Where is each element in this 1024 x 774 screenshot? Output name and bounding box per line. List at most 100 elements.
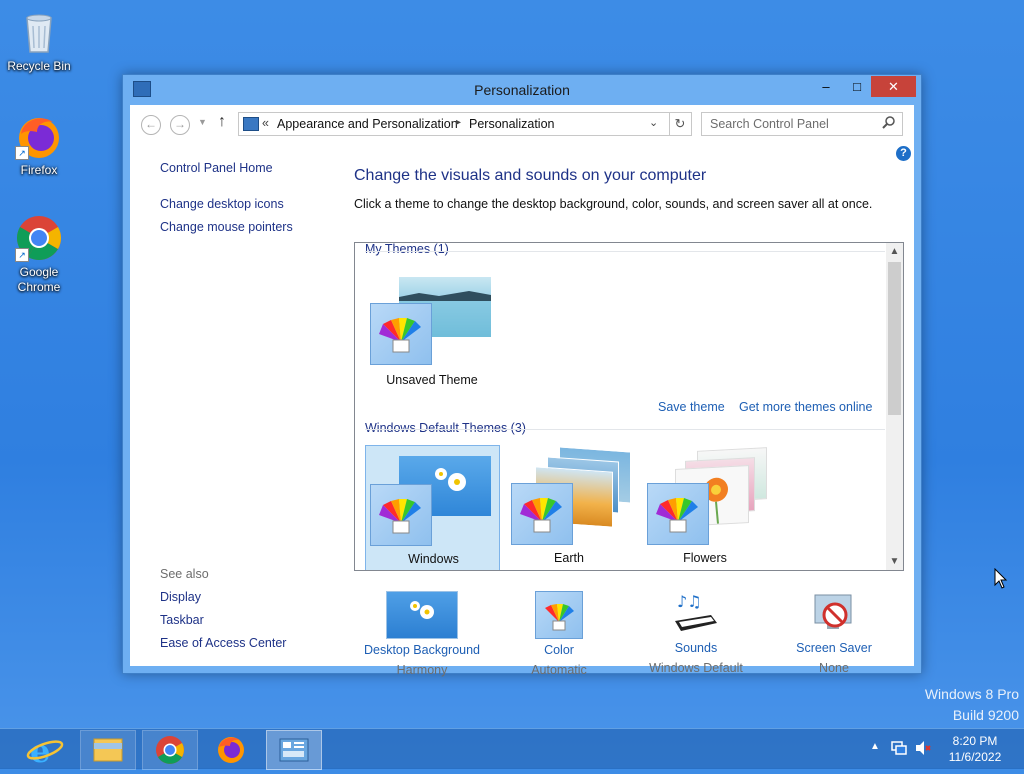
close-button[interactable]: ✕ <box>871 76 916 97</box>
svg-text:♪♫: ♪♫ <box>677 592 702 611</box>
search-field[interactable]: Search Control Panel <box>701 112 903 136</box>
title-bar[interactable]: Personalization – □ ✕ <box>123 75 921 105</box>
screen-saver-setting[interactable]: Screen Saver None <box>782 591 886 675</box>
search-icon <box>882 115 896 132</box>
taskbar-link[interactable]: Taskbar <box>160 613 204 627</box>
breadcrumb-appearance[interactable]: Appearance and Personalization <box>277 117 458 131</box>
address-dropdown-icon[interactable]: ⌄ <box>649 116 658 129</box>
volume-muted-icon[interactable] <box>914 739 932 762</box>
address-bar[interactable]: « Appearance and Personalization ▸ Perso… <box>238 112 670 136</box>
screen-saver-title[interactable]: Screen Saver <box>782 641 886 655</box>
theme-flowers-tile[interactable]: Flowers <box>639 445 771 570</box>
watermark-edition: Windows 8 Pro <box>924 686 1019 702</box>
breadcrumb-separator-icon[interactable]: ▸ <box>456 117 461 128</box>
display-link[interactable]: Display <box>160 590 201 604</box>
sounds-piano-icon: ♪♫ <box>671 591 721 637</box>
desktop-icon-chrome[interactable]: ↗ Google Chrome <box>1 214 77 295</box>
theme-windows-label: Windows <box>408 552 459 566</box>
color-title[interactable]: Color <box>504 643 614 657</box>
taskbar: e ▲ 8:20 PM 11/6/2022 <box>0 728 1024 770</box>
theme-list-scrollbar[interactable]: ▲ ▼ <box>886 243 903 570</box>
navigation-bar: ← → ▼ ↑ « Appearance and Personalization… <box>130 105 914 143</box>
theme-earth-tile[interactable]: Earth <box>503 445 635 570</box>
chrome-icon: ↗ <box>15 214 63 262</box>
color-palette-icon <box>535 591 583 639</box>
default-themes-heading: Windows Default Themes (3) <box>365 421 526 435</box>
desktop-background-value: Harmony <box>396 663 448 677</box>
sounds-value: Windows Default <box>649 661 743 675</box>
forward-button[interactable]: → <box>170 115 190 135</box>
taskbar-file-explorer[interactable] <box>80 730 136 770</box>
desktop-background-thumbnail <box>386 591 458 639</box>
recycle-bin-icon <box>15 8 63 56</box>
sounds-setting[interactable]: ♪♫ Sounds Windows Default <box>630 591 762 675</box>
color-palette-icon <box>370 303 432 365</box>
address-overflow-chevron[interactable]: « <box>262 116 269 130</box>
my-themes-heading: My Themes (1) <box>365 242 449 256</box>
maximize-button[interactable]: □ <box>844 76 870 97</box>
window-title: Personalization <box>474 82 570 98</box>
get-more-themes-link[interactable]: Get more themes online <box>739 400 872 414</box>
group-divider <box>365 251 885 252</box>
taskbar-control-panel[interactable] <box>266 730 322 770</box>
chrome-label: Google Chrome <box>17 265 61 294</box>
theme-earth-label: Earth <box>554 551 584 565</box>
control-panel-icon <box>279 738 309 762</box>
desktop-icon-firefox[interactable]: ↗ Firefox <box>1 112 77 178</box>
search-input[interactable]: Search Control Panel <box>710 117 829 131</box>
sounds-title[interactable]: Sounds <box>630 641 762 655</box>
shortcut-arrow-icon: ↗ <box>15 146 29 160</box>
color-palette-icon <box>511 483 573 545</box>
recent-pages-dropdown-icon[interactable]: ▼ <box>198 117 207 127</box>
back-button[interactable]: ← <box>141 115 161 135</box>
change-mouse-pointers-link[interactable]: Change mouse pointers <box>160 220 293 234</box>
show-hidden-icons-button[interactable]: ▲ <box>870 741 880 752</box>
unsaved-theme-label: Unsaved Theme <box>386 373 478 387</box>
mouse-cursor-icon <box>994 567 1008 595</box>
group-divider <box>365 429 885 430</box>
firefox-icon <box>218 737 244 763</box>
internet-explorer-icon: e <box>26 732 64 770</box>
color-value: Automatic <box>531 663 587 677</box>
main-pane: Change the visuals and sounds on your co… <box>354 143 914 677</box>
watermark-build: Build 9200 <box>952 707 1019 723</box>
taskbar-chrome[interactable] <box>142 730 198 770</box>
desktop-background-title[interactable]: Desktop Background <box>354 643 490 657</box>
unsaved-theme-tile[interactable]: Unsaved Theme <box>367 273 497 391</box>
color-palette-icon <box>370 484 432 546</box>
recycle-bin-label: Recycle Bin <box>7 59 71 73</box>
shortcut-arrow-icon: ↗ <box>15 248 29 262</box>
up-button[interactable]: ↑ <box>218 113 226 131</box>
clock[interactable]: 8:20 PM 11/6/2022 <box>940 733 1010 765</box>
page-subtitle: Click a theme to change the desktop back… <box>354 197 873 211</box>
screen-saver-value: None <box>819 661 849 675</box>
color-setting[interactable]: Color Automatic <box>504 591 614 677</box>
change-desktop-icons-link[interactable]: Change desktop icons <box>160 197 284 211</box>
desktop-icon-recycle-bin[interactable]: Recycle Bin <box>1 8 77 74</box>
minimize-button[interactable]: – <box>813 76 839 97</box>
scroll-up-arrow-icon[interactable]: ▲ <box>886 243 903 260</box>
save-theme-link[interactable]: Save theme <box>658 400 725 414</box>
theme-list: My Themes (1) Unsaved Theme Save theme G… <box>354 242 904 571</box>
firefox-label: Firefox <box>20 163 58 177</box>
left-pane: Control Panel Home Change desktop icons … <box>130 143 348 663</box>
refresh-button[interactable]: ↻ <box>669 112 692 136</box>
breadcrumb-personalization[interactable]: Personalization <box>469 117 554 131</box>
scroll-down-arrow-icon[interactable]: ▼ <box>886 553 903 570</box>
taskbar-internet-explorer[interactable]: e <box>18 730 72 770</box>
control-panel-home-link[interactable]: Control Panel Home <box>160 161 273 175</box>
chrome-icon <box>156 736 184 764</box>
network-icon[interactable] <box>890 739 908 762</box>
file-explorer-icon <box>93 738 123 762</box>
os-watermark: Windows 8 Pro Build 9200 <box>925 684 1019 726</box>
theme-windows-tile[interactable]: Windows <box>365 445 500 570</box>
page-title: Change the visuals and sounds on your co… <box>354 167 707 184</box>
ease-of-access-link[interactable]: Ease of Access Center <box>160 636 286 650</box>
taskbar-firefox[interactable] <box>204 730 258 768</box>
clock-date: 11/6/2022 <box>948 750 1002 764</box>
desktop-background-setting[interactable]: Desktop Background Harmony <box>354 591 490 677</box>
scrollbar-thumb[interactable] <box>888 262 901 415</box>
theme-flowers-label: Flowers <box>683 551 727 565</box>
personalization-window: Personalization – □ ✕ ← → ▼ ↑ « Appearan… <box>122 74 922 677</box>
window-client: ← → ▼ ↑ « Appearance and Personalization… <box>130 105 914 677</box>
